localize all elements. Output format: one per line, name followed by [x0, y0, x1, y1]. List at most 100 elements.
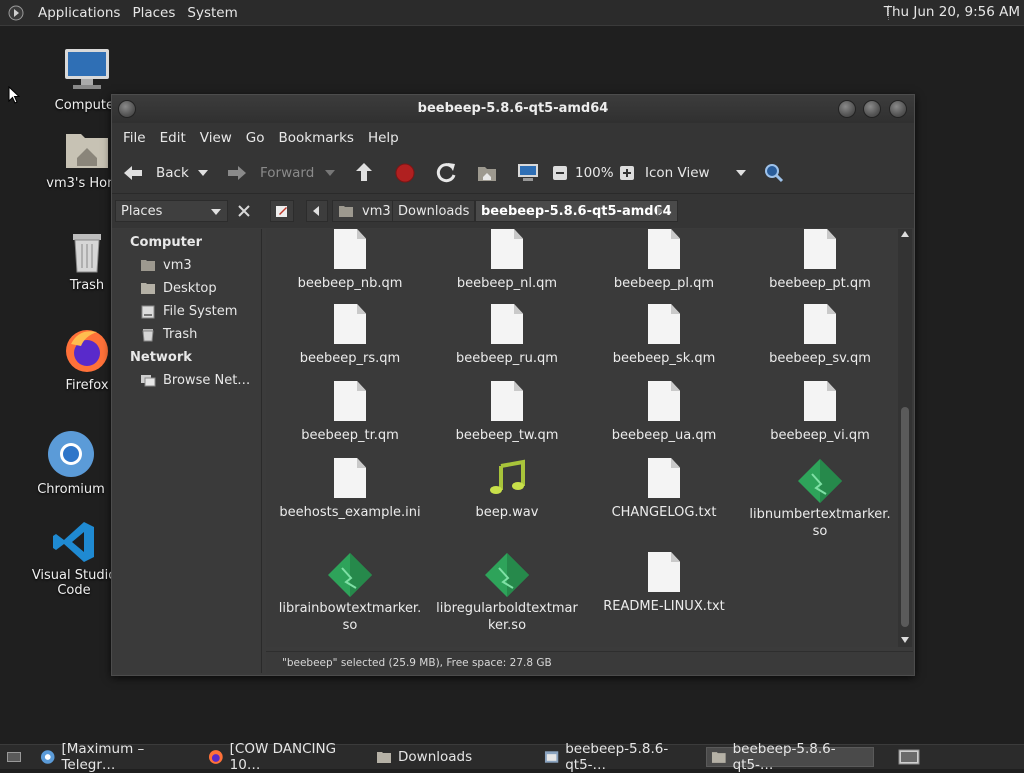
chevron-down-icon[interactable] [197, 153, 209, 193]
chevron-down-icon[interactable] [324, 153, 336, 193]
file-item[interactable]: beebeep_pl.qm [586, 229, 742, 292]
task-label: beebeep-5.8.6-qt5-… [565, 741, 669, 773]
task-telegram[interactable]: [Maximum – Telegr… [36, 741, 198, 773]
file-item[interactable]: beebeep_sk.qm [586, 304, 742, 367]
document-icon [648, 552, 680, 592]
stop-icon[interactable] [394, 153, 416, 193]
chevron-down-icon [211, 209, 221, 215]
sidebar-item-file-system[interactable]: File System [140, 304, 237, 319]
crumb-vm3[interactable]: vm3 [332, 200, 397, 222]
reload-icon[interactable] [435, 153, 457, 193]
scroll-down-icon[interactable] [901, 637, 909, 643]
sidebar-item-label: File System [163, 304, 238, 319]
menu-bookmarks[interactable]: Bookmarks [272, 130, 361, 146]
location-bar: Places vm3 Downloads beebeep-5.8.6-qt5-a… [112, 194, 914, 228]
crumb-scroll-left[interactable] [306, 200, 328, 222]
sidebar-item-vm3[interactable]: vm3 [140, 258, 192, 273]
file-grid: beebeep_nb.qm beebeep_nl.qm beebeep_pl.qm b… [266, 229, 913, 647]
system-menu[interactable]: System [181, 5, 243, 21]
zoom-in-icon[interactable] [619, 153, 635, 193]
home-folder-icon [66, 134, 108, 168]
vertical-scrollbar[interactable] [898, 229, 912, 647]
document-icon [491, 304, 523, 344]
menu-edit[interactable]: Edit [153, 130, 193, 146]
scroll-up-icon[interactable] [901, 231, 909, 237]
close-icon[interactable] [237, 204, 251, 218]
clock[interactable]: Thu Jun 20, 9:56 AM [884, 4, 1020, 20]
task-beebeep-1[interactable]: beebeep-5.8.6-qt5-… [540, 741, 702, 773]
file-item[interactable]: beebeep_pt.qm [742, 229, 898, 292]
file-item[interactable]: beep.wav [429, 458, 585, 521]
file-label: CHANGELOG.txt [611, 505, 717, 520]
sidebar-item-browse-network[interactable]: Browse Net… [140, 373, 250, 388]
sidebar-item-trash[interactable]: Trash [140, 327, 197, 342]
menu-view[interactable]: View [193, 130, 239, 146]
file-item[interactable]: libnumbertextmarker. so [742, 458, 898, 540]
document-icon [334, 381, 366, 421]
zoom-out-icon[interactable] [552, 153, 568, 193]
file-item[interactable]: beebeep_nb.qm [272, 229, 428, 292]
file-item[interactable]: CHANGELOG.txt [586, 458, 742, 521]
task-label: [Maximum – Telegr… [61, 741, 145, 773]
view-mode-select[interactable]: Icon View [645, 153, 710, 193]
maximize-button[interactable] [863, 100, 881, 118]
drive-icon [141, 305, 155, 318]
arrow-right-icon [228, 166, 246, 180]
file-item[interactable]: beebeep_vi.qm [742, 381, 898, 444]
chromium-icon [48, 431, 94, 477]
file-label: beebeep_nb.qm [297, 276, 403, 291]
file-label: libnumbertextmarker. so [749, 507, 891, 539]
show-desktop-button[interactable] [2, 747, 24, 767]
computer-icon[interactable] [516, 153, 540, 193]
file-label: beebeep_rs.qm [299, 351, 401, 366]
file-label: beehosts_example.ini [279, 505, 421, 520]
file-item[interactable]: beebeep_rs.qm [272, 304, 428, 367]
task-cow-dancing[interactable]: [COW DANCING 10… [204, 741, 368, 773]
gnome-foot-icon[interactable] [8, 5, 24, 21]
firefox-icon [66, 330, 108, 372]
up-arrow-icon[interactable] [353, 153, 375, 193]
crumb-downloads[interactable]: Downloads [392, 200, 476, 222]
file-item[interactable]: beebeep_tw.qm [429, 381, 585, 444]
title-bar[interactable]: beebeep-5.8.6-qt5-amd64 [112, 95, 914, 123]
menu-file[interactable]: File [116, 130, 153, 146]
places-menu[interactable]: Places [126, 5, 181, 21]
file-item[interactable]: beehosts_example.ini [272, 458, 428, 521]
file-item[interactable]: beebeep_sv.qm [742, 304, 898, 367]
sidebar-item-desktop[interactable]: Desktop [140, 281, 217, 296]
search-icon[interactable] [763, 153, 785, 193]
back-button[interactable]: Back [122, 153, 189, 193]
chevron-left-icon [313, 206, 319, 216]
close-button[interactable] [889, 100, 907, 118]
file-item[interactable]: beebeep_ua.qm [586, 381, 742, 444]
forward-button[interactable]: Forward [226, 153, 314, 193]
file-label: beebeep_tr.qm [301, 428, 399, 443]
file-item[interactable]: README-LINUX.txt [586, 552, 742, 615]
pencil-icon [276, 206, 287, 217]
workspace-switcher[interactable] [894, 747, 922, 767]
places-select[interactable]: Places [115, 200, 228, 222]
chevron-down-icon[interactable] [735, 153, 747, 193]
chevron-right-icon[interactable] [656, 206, 664, 216]
file-label: beebeep_nl.qm [456, 276, 558, 291]
scrollbar-thumb[interactable] [901, 407, 909, 627]
menu-help[interactable]: Help [361, 130, 406, 146]
file-item[interactable]: beebeep_tr.qm [272, 381, 428, 444]
crumb-current-folder[interactable]: beebeep-5.8.6-qt5-amd64 [475, 200, 678, 222]
file-item[interactable]: libregularboldtextmar ker.so [429, 552, 585, 634]
arrow-left-icon [124, 166, 142, 180]
edit-location-button[interactable] [270, 200, 294, 222]
task-beebeep-2[interactable]: beebeep-5.8.6-qt5-… [706, 741, 874, 773]
desktop-icon-chromium[interactable]: Chromium [21, 430, 121, 497]
zoom-level: 100% [575, 165, 614, 181]
minimize-button[interactable] [838, 100, 856, 118]
desktop-icon-label: Chromium [37, 482, 105, 497]
applications-menu[interactable]: Applications [32, 5, 126, 21]
file-item[interactable]: beebeep_ru.qm [429, 304, 585, 367]
document-icon [804, 304, 836, 344]
menu-go[interactable]: Go [239, 130, 272, 146]
task-downloads[interactable]: Downloads [372, 747, 532, 767]
file-item[interactable]: librainbowtextmarker. so [272, 552, 428, 634]
home-icon[interactable] [476, 153, 498, 193]
file-item[interactable]: beebeep_nl.qm [429, 229, 585, 292]
